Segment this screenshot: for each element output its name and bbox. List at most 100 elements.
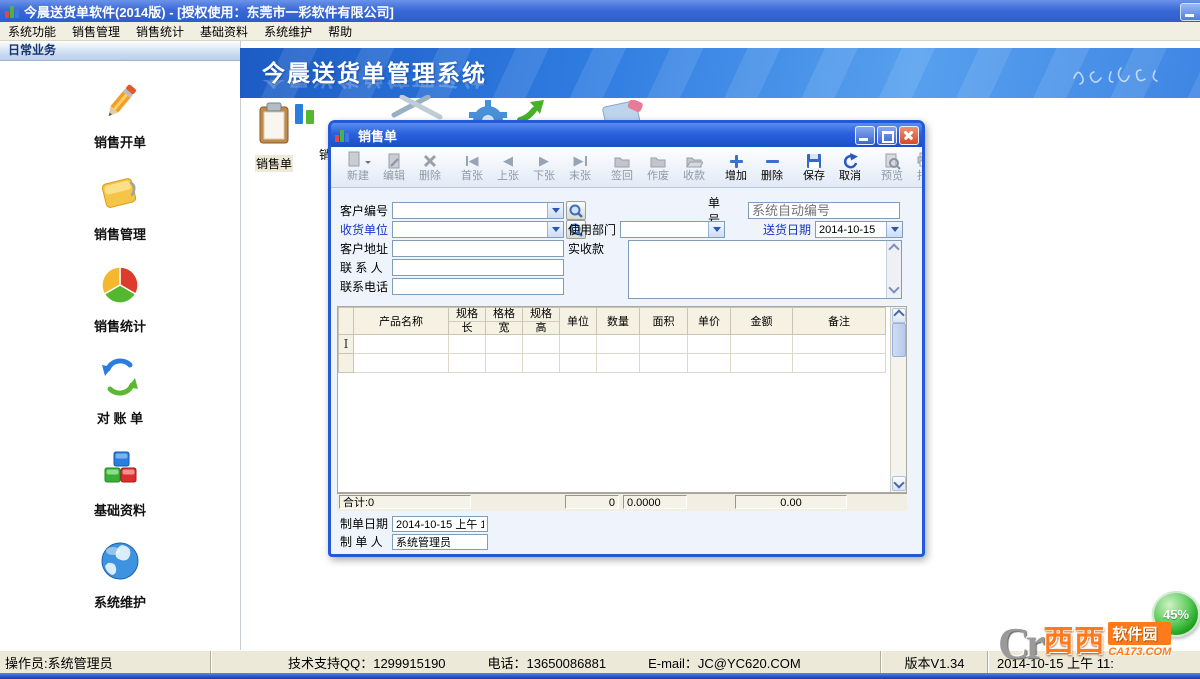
- grid-empty-row[interactable]: [339, 354, 886, 373]
- grid-cell[interactable]: [793, 354, 886, 373]
- grid-cell[interactable]: [486, 354, 523, 373]
- textarea-scrollbar[interactable]: [886, 241, 901, 298]
- grid-cell[interactable]: [354, 335, 449, 354]
- grid-cell[interactable]: [793, 335, 886, 354]
- desktop-icon-sales-order[interactable]: 销售单: [250, 100, 298, 173]
- site-url: CA173.COM: [1108, 646, 1171, 658]
- delete-x-icon: [421, 152, 439, 170]
- dialog-toolbar: 新建 编辑 删除 ◀ 首张 ◀ 上张 ▶ 下张: [331, 147, 922, 188]
- dialog-close-button[interactable]: [899, 126, 919, 145]
- new-button[interactable]: 新建: [340, 151, 376, 183]
- scroll-up-button[interactable]: [892, 308, 906, 323]
- menu-item-system[interactable]: 系统功能: [0, 23, 64, 40]
- row-selector-header: [339, 308, 354, 335]
- next-record-button[interactable]: ▶ 下张: [526, 151, 562, 183]
- col-spec-height: 规格高: [523, 308, 560, 335]
- grid-cell[interactable]: [597, 354, 640, 373]
- dialog-titlebar[interactable]: 销售单: [331, 123, 922, 147]
- dialog-maximize-button[interactable]: [877, 126, 897, 145]
- pie-chart-icon: [98, 263, 142, 312]
- customer-search-button[interactable]: [566, 201, 586, 220]
- sales-order-dialog: 销售单 新建 编辑 删除 ◀: [328, 120, 925, 557]
- delivery-date-label: 送货日期: [763, 221, 815, 238]
- grid-cell[interactable]: [731, 335, 793, 354]
- minus-icon: [766, 152, 779, 170]
- dialog-icon: [335, 129, 349, 142]
- preview-button[interactable]: 预览: [874, 151, 910, 183]
- chevron-down-icon[interactable]: [547, 203, 563, 218]
- last-record-button[interactable]: ▶ 末张: [562, 151, 598, 183]
- grid-vertical-scrollbar[interactable]: [890, 307, 906, 492]
- sidebar-item-sales-stats[interactable]: 销售统计: [94, 263, 146, 335]
- sidebar-item-label: 系统维护: [94, 592, 146, 611]
- grid-cell[interactable]: [597, 335, 640, 354]
- grid-cell[interactable]: [354, 354, 449, 373]
- customer-no-input[interactable]: [392, 202, 564, 219]
- site-name-small: 软件园: [1108, 622, 1171, 645]
- order-header-form: 客户编号 单 号 收货单位 使用部门 送货日期: [331, 188, 922, 307]
- menu-item-sales-stats[interactable]: 销售统计: [128, 23, 192, 40]
- contact-phone-input[interactable]: [392, 278, 564, 295]
- receive-payment-button[interactable]: 收款: [676, 151, 712, 183]
- sidebar-item-sales-billing[interactable]: 销售开单: [94, 79, 146, 151]
- first-record-button[interactable]: ◀ 首张: [454, 151, 490, 183]
- sidebar-item-base-data[interactable]: 基础资料: [94, 447, 146, 519]
- chevron-down-icon[interactable]: [886, 222, 902, 237]
- sidebar-item-sales-mgmt[interactable]: 销售管理: [94, 171, 146, 243]
- menu-item-help[interactable]: 帮助: [320, 23, 360, 40]
- maker-input[interactable]: [392, 534, 488, 550]
- total-label: 合计:0: [339, 495, 471, 509]
- sidebar-item-maintenance[interactable]: 系统维护: [94, 539, 146, 611]
- grid-cell[interactable]: [688, 335, 731, 354]
- address-input[interactable]: [392, 240, 564, 257]
- minimize-button[interactable]: [1180, 3, 1200, 21]
- dropdown-caret-icon: [365, 161, 371, 167]
- order-no-input[interactable]: [748, 202, 900, 219]
- site-logo-icon: Cr: [998, 622, 1041, 666]
- grid-cell[interactable]: [640, 354, 688, 373]
- made-date-input[interactable]: [392, 516, 488, 532]
- dialog-title: 销售单: [358, 126, 397, 145]
- save-button[interactable]: 保存: [796, 151, 832, 183]
- menu-item-base-data[interactable]: 基础资料: [192, 23, 256, 40]
- remove-row-button[interactable]: 删除: [754, 151, 790, 183]
- sidebar-item-statement[interactable]: 对 账 单: [97, 355, 143, 427]
- menu-item-sales-mgmt[interactable]: 销售管理: [64, 23, 128, 40]
- grid-cell[interactable]: [449, 335, 486, 354]
- grid-cell[interactable]: [523, 354, 560, 373]
- scroll-down-button[interactable]: [892, 476, 906, 491]
- grid-cell[interactable]: [688, 354, 731, 373]
- grid-cell[interactable]: [449, 354, 486, 373]
- scroll-thumb[interactable]: [892, 323, 906, 357]
- grid-cell[interactable]: [560, 335, 597, 354]
- add-row-button[interactable]: 增加: [718, 151, 754, 183]
- contact-input[interactable]: [392, 259, 564, 276]
- grid-cell[interactable]: [640, 335, 688, 354]
- folder-icon: [98, 171, 142, 220]
- delete-button[interactable]: 删除: [412, 151, 448, 183]
- grid-cell[interactable]: [523, 335, 560, 354]
- grid-empty-row[interactable]: I: [339, 335, 886, 354]
- receiver-input[interactable]: [392, 221, 564, 238]
- folder-gray-icon: [613, 152, 631, 170]
- grid-cell[interactable]: [731, 354, 793, 373]
- dialog-minimize-button[interactable]: [855, 126, 875, 145]
- total-area: 0.0000: [623, 495, 687, 509]
- chevron-down-icon[interactable]: [708, 222, 724, 237]
- banner-signature-decoration: [1068, 60, 1188, 88]
- print-button[interactable]: 打印: [910, 151, 925, 183]
- sidebar-item-label: 销售开单: [94, 132, 146, 151]
- edit-document-icon: [385, 152, 403, 170]
- void-button[interactable]: 作废: [640, 151, 676, 183]
- received-amount-textarea[interactable]: [628, 240, 902, 299]
- col-unit-price: 单价: [688, 308, 731, 335]
- total-quantity: 0: [565, 495, 619, 509]
- prev-record-button[interactable]: ◀ 上张: [490, 151, 526, 183]
- chevron-down-icon[interactable]: [547, 222, 563, 237]
- sign-back-button[interactable]: 签回: [604, 151, 640, 183]
- edit-button[interactable]: 编辑: [376, 151, 412, 183]
- menu-item-maintenance[interactable]: 系统维护: [256, 23, 320, 40]
- cancel-button[interactable]: 取消: [832, 151, 868, 183]
- grid-cell[interactable]: [486, 335, 523, 354]
- grid-cell[interactable]: [560, 354, 597, 373]
